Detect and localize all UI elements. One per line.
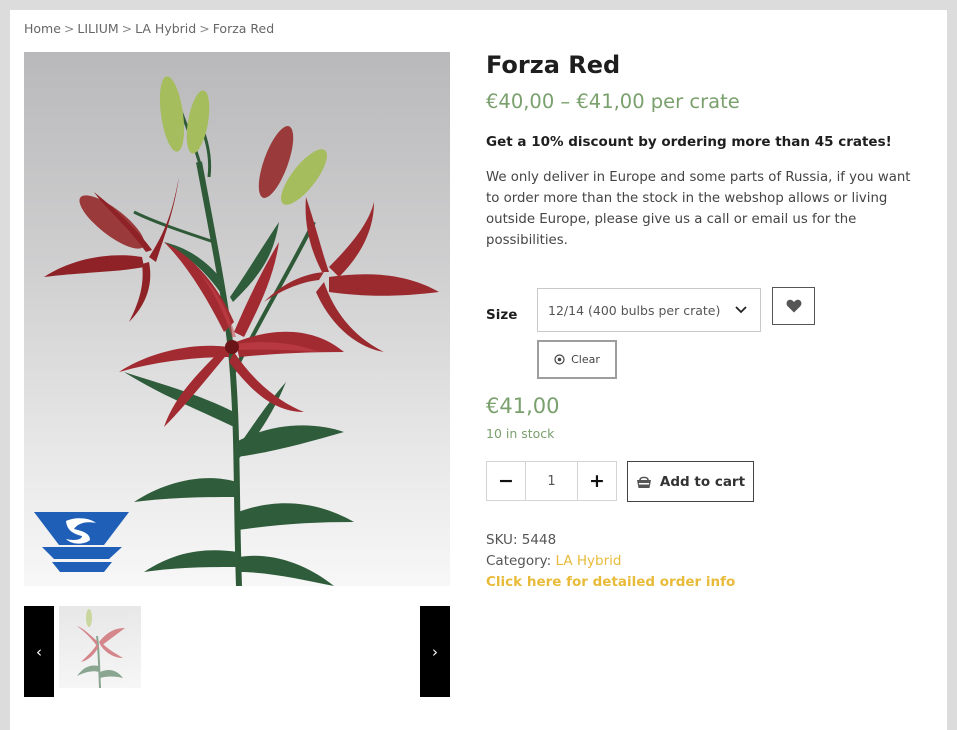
sku-value: 5448 bbox=[521, 532, 557, 548]
sku-row: SKU: 5448 bbox=[486, 530, 735, 551]
clear-circle-icon bbox=[554, 354, 565, 365]
product-page: Home > LILIUM > LA Hybrid > Forza Red ‹ … bbox=[10, 10, 947, 730]
vs-logo-icon bbox=[34, 512, 129, 572]
category-row: Category: LA Hybrid bbox=[486, 551, 735, 572]
add-to-cart-label: Add to cart bbox=[659, 473, 746, 490]
add-to-cart-button[interactable]: Add to cart bbox=[627, 461, 754, 502]
breadcrumb: Home > LILIUM > LA Hybrid > Forza Red bbox=[24, 21, 274, 36]
chevron-down-icon bbox=[735, 306, 747, 314]
heart-icon bbox=[786, 299, 801, 313]
quantity-stepper: − 1 + bbox=[486, 461, 617, 501]
breadcrumb-home[interactable]: Home bbox=[24, 21, 61, 36]
breadcrumb-current: Forza Red bbox=[212, 21, 275, 36]
thumbnail-next-button[interactable]: › bbox=[420, 606, 450, 697]
clear-variation-button[interactable]: Clear bbox=[537, 340, 617, 379]
size-label: Size bbox=[486, 307, 518, 323]
quantity-input[interactable]: 1 bbox=[526, 461, 577, 501]
breadcrumb-la-hybrid[interactable]: LA Hybrid bbox=[135, 21, 196, 36]
order-info-link[interactable]: Click here for detailed order info bbox=[486, 574, 735, 590]
variation-price: €41,00 bbox=[486, 394, 560, 418]
breadcrumb-separator: > bbox=[63, 21, 75, 36]
category-link[interactable]: LA Hybrid bbox=[556, 553, 622, 569]
product-meta: SKU: 5448 Category: LA Hybrid Click here… bbox=[486, 530, 735, 593]
discount-notice: Get a 10% discount by ordering more than… bbox=[486, 134, 892, 151]
sku-label: SKU: bbox=[486, 532, 518, 548]
price-range: €40,00 – €41,00 per crate bbox=[486, 90, 740, 114]
lily-illustration bbox=[34, 76, 439, 586]
product-title: Forza Red bbox=[486, 51, 621, 79]
product-summary: Forza Red €40,00 – €41,00 per crate Get … bbox=[486, 51, 926, 590]
thumbnail-lily-icon bbox=[77, 609, 125, 688]
basket-icon bbox=[636, 476, 651, 488]
clear-label: Clear bbox=[571, 353, 600, 366]
breadcrumb-lilium[interactable]: LILIUM bbox=[77, 21, 118, 36]
wishlist-button[interactable] bbox=[772, 287, 815, 325]
size-select-value: 12/14 (400 bulbs per crate) bbox=[548, 302, 721, 318]
product-main-image[interactable] bbox=[24, 52, 450, 586]
variation-form: Size 12/14 (400 bulbs per crate) Clear bbox=[486, 287, 926, 388]
thumbnail-image[interactable] bbox=[59, 606, 141, 688]
breadcrumb-separator: > bbox=[199, 21, 210, 36]
product-description: We only deliver in Europe and some parts… bbox=[486, 170, 911, 249]
quantity-minus-button[interactable]: − bbox=[486, 461, 526, 501]
stock-status: 10 in stock bbox=[486, 426, 555, 441]
quantity-plus-button[interactable]: + bbox=[577, 461, 617, 501]
category-label: Category: bbox=[486, 553, 552, 569]
thumbnail-strip: ‹ › bbox=[24, 606, 450, 697]
thumbnail-prev-button[interactable]: ‹ bbox=[24, 606, 54, 697]
size-select[interactable]: 12/14 (400 bulbs per crate) bbox=[537, 288, 761, 332]
breadcrumb-separator: > bbox=[121, 21, 133, 36]
